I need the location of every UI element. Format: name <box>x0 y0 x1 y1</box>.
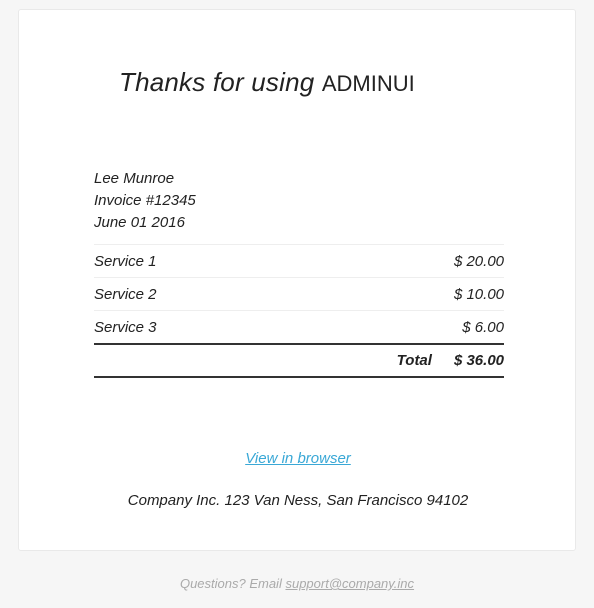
table-row: Service 2 $ 10.00 <box>94 277 504 310</box>
invoice-card: Thanks for using ADMINUI Lee Munroe Invo… <box>18 9 576 551</box>
item-amount: $ 20.00 <box>453 252 504 270</box>
questions-text: Questions? Email <box>179 576 282 591</box>
support-email-link[interactable]: support@company.inc <box>285 576 414 591</box>
total-row: Total $ 36.00 <box>94 343 504 378</box>
invoice-number: Invoice #12345 <box>94 192 196 209</box>
page-title: Thanks for using ADMINUI <box>119 67 415 98</box>
table-row: Service 3 $ 6.00 <box>94 310 504 343</box>
table-row: Service 1 $ 20.00 <box>94 244 504 277</box>
brand-name: ADMINUI <box>321 71 415 96</box>
total-label: Total <box>396 352 432 369</box>
item-amount: $ 10.00 <box>453 285 504 303</box>
footer: Questions? Email support@company.inc <box>0 576 594 591</box>
item-amount: $ 6.00 <box>462 318 504 336</box>
thanks-text: Thanks for using <box>119 67 315 97</box>
company-address: Company Inc. 123 Van Ness, San Francisco… <box>127 492 469 509</box>
item-name: Service 2 <box>94 285 157 303</box>
customer-name: Lee Munroe <box>94 170 175 187</box>
item-name: Service 3 <box>94 318 157 336</box>
total-amount: $ 36.00 <box>453 352 504 369</box>
invoice-date: June 01 2016 <box>94 214 185 231</box>
view-in-browser-link[interactable]: View in browser <box>19 450 577 467</box>
invoice-items-table: Service 1 $ 20.00 Service 2 $ 10.00 Serv… <box>94 244 504 378</box>
invoice-info: Lee Munroe Invoice #12345 June 01 2016 <box>94 168 196 234</box>
item-name: Service 1 <box>94 252 157 270</box>
